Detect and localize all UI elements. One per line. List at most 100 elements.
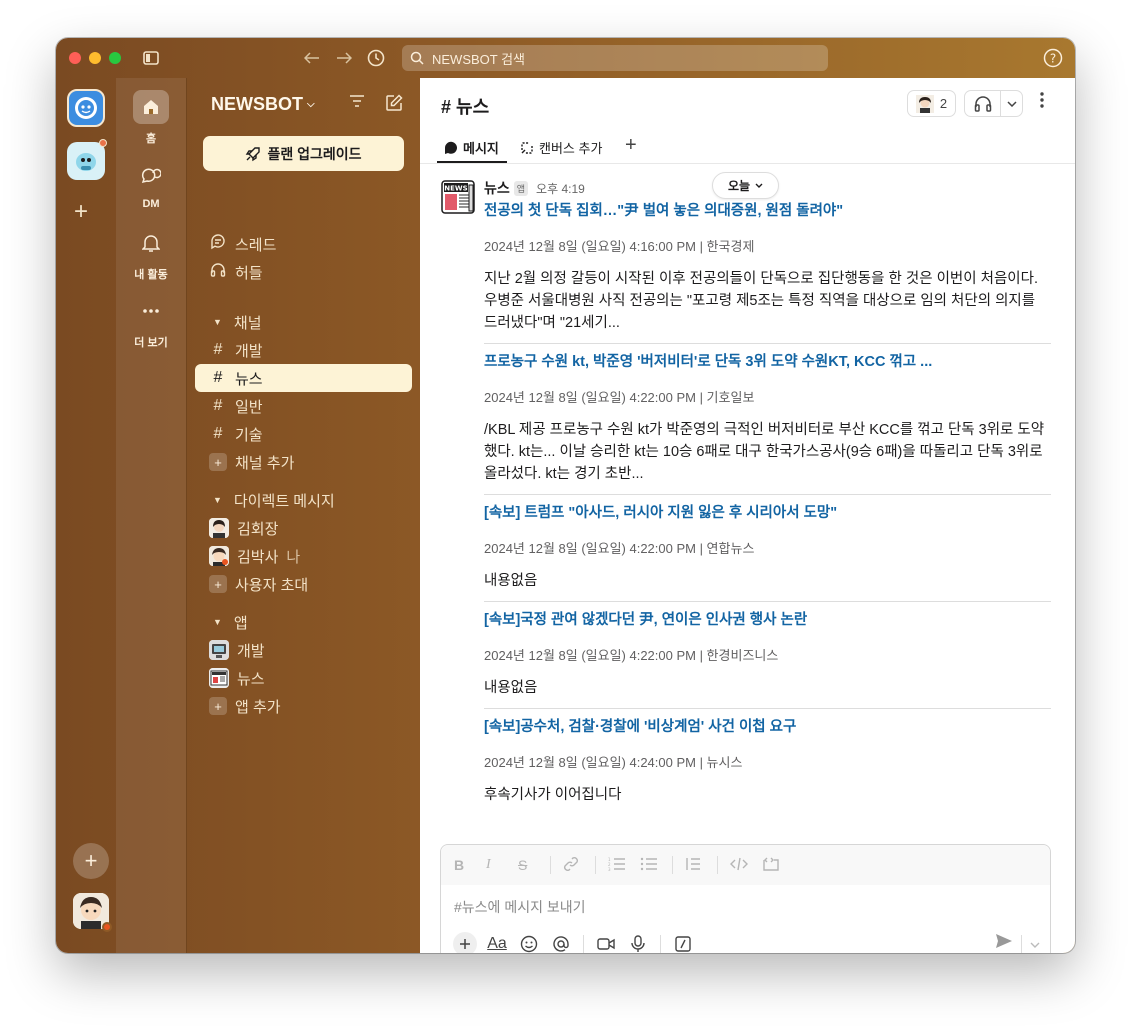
workspace-newsbot-icon[interactable] bbox=[67, 89, 105, 127]
article-title-link[interactable]: [속보] 트럼프 "아사드, 러시아 지원 잃은 후 시리아서 도망" bbox=[484, 501, 1051, 522]
add-workspace-icon[interactable]: + bbox=[74, 198, 88, 226]
minimize-window-button[interactable] bbox=[89, 52, 101, 64]
article-title-link[interactable]: [속보]국정 관여 않겠다던 尹, 연이은 인사권 행사 논란 bbox=[484, 608, 1051, 629]
send-icon[interactable] bbox=[995, 933, 1013, 953]
send-controls bbox=[995, 933, 1040, 953]
huddle-button[interactable] bbox=[964, 90, 1023, 117]
sidebar-dm-2[interactable]: 김박사 나 bbox=[195, 542, 412, 570]
date-divider-button[interactable]: 오늘 bbox=[712, 172, 779, 199]
tab-canvas[interactable]: 캔버스 추가 bbox=[520, 138, 602, 157]
workspace-second-icon[interactable] bbox=[67, 142, 105, 180]
channel-label: 기술 bbox=[235, 426, 263, 444]
history-clock-icon[interactable] bbox=[365, 47, 387, 69]
article-meta: 2024년 12월 8일 (일요일) 4:22:00 PM | 한경비즈니스 bbox=[484, 648, 779, 663]
message-timestamp[interactable]: 오후 4:19 bbox=[536, 180, 585, 197]
dm-section-header[interactable]: ▼ 다이렉트 메시지 bbox=[195, 486, 412, 514]
kebab-menu-icon[interactable] bbox=[1040, 92, 1044, 113]
caret-down-icon: ▼ bbox=[213, 617, 222, 627]
article-meta: 2024년 12월 8일 (일요일) 4:22:00 PM | 기호일보 bbox=[484, 390, 755, 405]
formatting-toggle-button[interactable]: Aa bbox=[481, 931, 513, 953]
create-new-button[interactable]: + bbox=[73, 843, 109, 879]
message-input[interactable]: #뉴스에 메시지 보내기 bbox=[454, 897, 586, 917]
app-dev-icon bbox=[209, 640, 229, 660]
search-bar[interactable]: NEWSBOT 검색 bbox=[402, 45, 828, 71]
add-channel-button[interactable]: + 채널 추가 bbox=[195, 448, 412, 476]
article-title-link[interactable]: [속보]공수처, 검찰·경찰에 '비상계엄' 사건 이첩 요구 bbox=[484, 715, 1051, 736]
code-icon[interactable] bbox=[730, 857, 762, 874]
invite-users-button[interactable]: + 사용자 초대 bbox=[195, 570, 412, 598]
channel-title[interactable]: # 뉴스 bbox=[441, 93, 489, 119]
slash-command-icon[interactable] bbox=[667, 931, 699, 953]
chevron-down-icon[interactable] bbox=[1030, 935, 1040, 953]
close-window-button[interactable] bbox=[69, 52, 81, 64]
strikethrough-icon[interactable]: S bbox=[518, 857, 550, 873]
notification-dot bbox=[99, 139, 107, 147]
divider bbox=[672, 856, 673, 874]
member-count: 2 bbox=[939, 96, 948, 111]
divider bbox=[660, 935, 661, 953]
sidebar-channel-general[interactable]: # 일반 bbox=[195, 392, 412, 420]
code-block-icon[interactable] bbox=[762, 856, 794, 875]
sidebar-channel-tech[interactable]: # 기술 bbox=[195, 420, 412, 448]
sidebar-app-news[interactable]: 뉴스 bbox=[195, 664, 412, 692]
divider bbox=[484, 494, 1051, 495]
ordered-list-icon[interactable]: 123 bbox=[608, 857, 640, 874]
mention-icon[interactable] bbox=[545, 931, 577, 953]
channel-label: 일반 bbox=[235, 398, 263, 416]
news-article-5: [속보]공수처, 검찰·경찰에 '비상계엄' 사건 이첩 요구 2024년 12… bbox=[484, 715, 1051, 806]
microphone-icon[interactable] bbox=[622, 931, 654, 953]
sender-name[interactable]: 뉴스 bbox=[484, 178, 510, 198]
add-tab-icon[interactable]: + bbox=[625, 134, 637, 157]
sidebar-toggle-icon[interactable] bbox=[140, 47, 162, 69]
attach-plus-button[interactable] bbox=[449, 931, 481, 953]
forward-arrow-icon[interactable] bbox=[333, 47, 355, 69]
divider bbox=[1021, 934, 1022, 953]
link-icon[interactable] bbox=[563, 856, 595, 875]
caret-down-icon: ▼ bbox=[213, 317, 222, 327]
chevron-down-icon[interactable] bbox=[1001, 100, 1022, 107]
sidebar-item-threads[interactable]: 스레드 bbox=[195, 230, 412, 258]
upgrade-plan-button[interactable]: 플랜 업그레이드 bbox=[203, 136, 404, 171]
video-icon[interactable] bbox=[590, 931, 622, 953]
newspaper-icon bbox=[209, 668, 229, 688]
nav-dm[interactable]: DM bbox=[116, 158, 186, 210]
compose-icon[interactable] bbox=[385, 94, 403, 117]
maximize-window-button[interactable] bbox=[109, 52, 121, 64]
svg-text:?: ? bbox=[1050, 52, 1056, 66]
tab-messages[interactable]: 메시지 bbox=[444, 138, 499, 157]
sidebar-app-dev[interactable]: 개발 bbox=[195, 636, 412, 664]
nav-home[interactable]: 홈 bbox=[116, 90, 186, 146]
apps-section-header[interactable]: ▼ 앱 bbox=[195, 608, 412, 636]
threads-icon bbox=[209, 233, 227, 255]
sidebar-dm-1[interactable]: 김회장 bbox=[195, 514, 412, 542]
app-badge: 앱 bbox=[513, 180, 529, 196]
message-composer: B I S 123 #뉴스에 메시지 보내기 Aa bbox=[440, 844, 1051, 953]
news-bot-avatar[interactable]: NEWS bbox=[441, 179, 475, 215]
article-title-link[interactable]: 전공의 첫 단독 집회…"尹 벌여 놓은 의대증원, 원점 돌려야" bbox=[484, 199, 1051, 220]
blockquote-icon[interactable] bbox=[685, 857, 717, 874]
nav-more[interactable]: 더 보기 bbox=[116, 294, 186, 350]
presence-dot bbox=[102, 922, 112, 932]
sidebar-channel-news[interactable]: # 뉴스 bbox=[195, 364, 412, 392]
article-body: 내용없음 bbox=[484, 680, 538, 696]
italic-icon[interactable]: I bbox=[486, 857, 518, 873]
article-body: 내용없음 bbox=[484, 573, 538, 589]
nav-activity[interactable]: 내 활동 bbox=[116, 226, 186, 282]
emoji-icon[interactable] bbox=[513, 931, 545, 953]
back-arrow-icon[interactable] bbox=[301, 47, 323, 69]
help-icon[interactable]: ? bbox=[1042, 47, 1064, 69]
message-header: 뉴스 앱 오후 4:19 bbox=[484, 178, 585, 198]
you-label: 나 bbox=[286, 548, 301, 566]
article-title-link[interactable]: 프로농구 수원 kt, 박준영 '버저비터'로 단독 3위 도약 수원KT, K… bbox=[484, 350, 1051, 371]
rocket-icon bbox=[246, 146, 261, 161]
filter-icon[interactable] bbox=[349, 94, 365, 113]
sidebar-channel-dev[interactable]: # 개발 bbox=[195, 336, 412, 364]
channels-section-header[interactable]: ▼ 채널 bbox=[195, 308, 412, 336]
sidebar-item-huddles[interactable]: 허들 bbox=[195, 258, 412, 286]
add-app-button[interactable]: + 앱 추가 bbox=[195, 692, 412, 720]
date-label: 오늘 bbox=[727, 179, 751, 193]
bullet-list-icon[interactable] bbox=[640, 857, 672, 874]
members-button[interactable]: 2 bbox=[907, 90, 956, 117]
workspace-name-button[interactable]: NEWSBOT ⌵ bbox=[211, 94, 315, 115]
bold-icon[interactable]: B bbox=[454, 857, 486, 873]
